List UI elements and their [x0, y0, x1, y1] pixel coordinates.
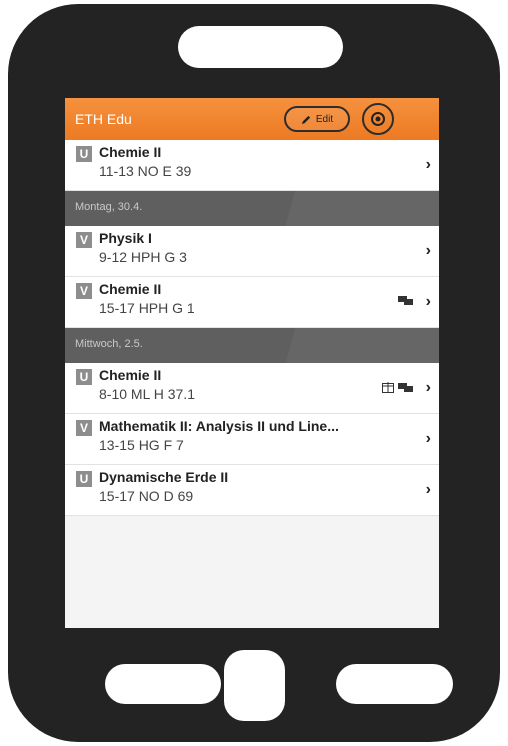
date-label: Mittwoch, 2.5. [75, 338, 143, 350]
course-time-room: 13-15 HG F 7 [99, 437, 184, 453]
course-time-room: 15-17 HPH G 1 [99, 300, 195, 316]
course-type-badge: V [76, 420, 92, 436]
course-type-badge: V [76, 232, 92, 248]
course-type-badge: U [76, 471, 92, 487]
chevron-right-icon: › [425, 242, 431, 259]
course-type-badge: U [76, 146, 92, 162]
course-title: Mathematik II: Analysis II und Line... [99, 418, 339, 434]
app-screen: ETH Edu Edit U Chemie II 11-13 NO E 39 ›… [65, 98, 439, 628]
course-time-room: 9-12 HPH G 3 [99, 249, 187, 265]
date-label: Montag, 30.4. [75, 201, 143, 213]
chevron-right-icon: › [425, 293, 431, 310]
chevron-right-icon: › [425, 379, 431, 396]
course-time-room: 15-17 NO D 69 [99, 488, 194, 504]
calendar-icon [382, 382, 394, 393]
phone-left-button[interactable] [105, 664, 221, 704]
pencil-icon [301, 115, 311, 124]
course-time-room: 8-10 ML H 37.1 [99, 386, 195, 402]
course-title: Chemie II [99, 281, 162, 297]
list-item[interactable]: V Mathematik II: Analysis II und Line...… [65, 414, 439, 465]
date-divider: Mittwoch, 2.5. [65, 328, 439, 363]
chat-icon [398, 382, 413, 392]
phone-right-button[interactable] [336, 664, 453, 704]
list-item[interactable]: U Chemie II 8-10 ML H 37.1 › [65, 363, 439, 414]
phone-speaker [178, 26, 343, 68]
course-title: Physik I [99, 230, 152, 246]
course-title: Dynamische Erde II [99, 469, 229, 485]
chevron-right-icon: › [425, 430, 431, 447]
gear-icon [371, 112, 385, 126]
phone-home-button[interactable] [224, 650, 285, 721]
course-time-room: 11-13 NO E 39 [99, 163, 192, 179]
edit-label: Edit [315, 113, 334, 125]
course-type-badge: U [76, 369, 92, 385]
chevron-right-icon: › [425, 481, 431, 498]
list-item[interactable]: U Chemie II 11-13 NO E 39 › [65, 140, 439, 191]
course-title: Chemie II [99, 367, 162, 383]
settings-button[interactable] [362, 103, 394, 135]
course-title: Chemie II [99, 144, 162, 160]
app-header: ETH Edu Edit [65, 98, 439, 140]
list-item[interactable]: U Dynamische Erde II 15-17 NO D 69 › [65, 465, 439, 516]
list-item[interactable]: V Chemie II 15-17 HPH G 1 › [65, 277, 439, 328]
row-icons [398, 296, 413, 306]
chevron-right-icon: › [425, 156, 431, 173]
chat-icon [398, 296, 413, 305]
date-divider: Montag, 30.4. [65, 191, 439, 226]
row-icons [382, 382, 413, 393]
course-type-badge: V [76, 283, 92, 299]
list-item[interactable]: V Physik I 9-12 HPH G 3 › [65, 226, 439, 277]
app-title: ETH Edu [75, 111, 132, 127]
edit-button[interactable]: Edit [284, 106, 350, 132]
